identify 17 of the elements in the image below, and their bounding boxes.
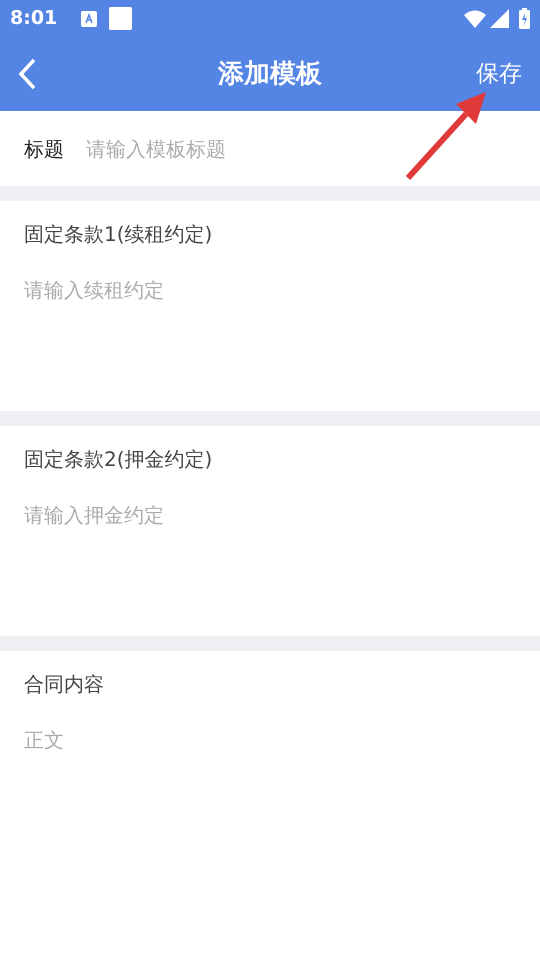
wifi-icon — [464, 10, 486, 28]
page-title: 添加模板 — [218, 58, 322, 90]
section-label: 固定条款1(续租约定) — [24, 221, 214, 248]
section-label: 合同内容 — [24, 671, 105, 698]
notification-icon — [81, 10, 98, 26]
title-label: 标题 — [0, 111, 86, 186]
text-area[interactable]: 正文 — [24, 725, 516, 765]
text-area[interactable]: 请输入续租约定 — [24, 275, 516, 315]
battery-icon — [519, 8, 530, 29]
signal-icon — [490, 9, 509, 28]
back-icon — [18, 58, 36, 90]
square-icon — [109, 7, 132, 30]
save-button[interactable]: 保存 — [476, 56, 522, 92]
section-label: 固定条款2(押金约定) — [24, 446, 214, 473]
title-input[interactable]: 请输入模板标题 — [86, 111, 540, 186]
status-time: 8:01 — [10, 6, 58, 32]
text-area[interactable]: 请输入押金约定 — [24, 500, 516, 540]
